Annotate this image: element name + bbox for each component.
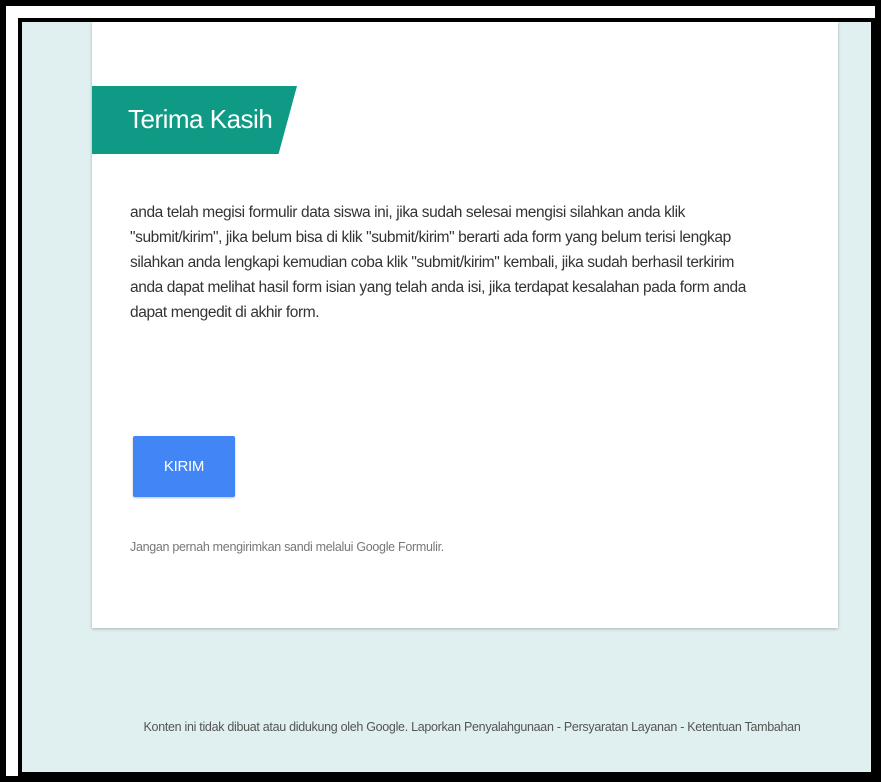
password-warning: Jangan pernah mengirimkan sandi melalui … bbox=[130, 540, 444, 554]
form-description: anda telah megisi formulir data siswa in… bbox=[130, 204, 746, 321]
form-title: Terima Kasih bbox=[128, 104, 273, 134]
title-banner: Terima Kasih bbox=[92, 86, 297, 154]
outer-frame: Terima Kasih anda telah megisi formulir … bbox=[0, 0, 881, 782]
terms-of-service-link[interactable]: Persyaratan Layanan bbox=[564, 720, 677, 734]
footer: Konten ini tidak dibuat atau didukung ol… bbox=[102, 716, 842, 738]
submit-button[interactable]: KIRIM bbox=[133, 436, 235, 497]
additional-terms-link[interactable]: Ketentuan Tambahan bbox=[687, 720, 801, 734]
footer-separator: - bbox=[556, 720, 561, 734]
form-page: Terima Kasih anda telah megisi formulir … bbox=[18, 18, 875, 776]
report-abuse-link[interactable]: Laporkan Penyalahgunaan bbox=[411, 720, 554, 734]
footer-separator: - bbox=[680, 720, 685, 734]
footer-disclaimer: Konten ini tidak dibuat atau didukung ol… bbox=[143, 720, 409, 734]
